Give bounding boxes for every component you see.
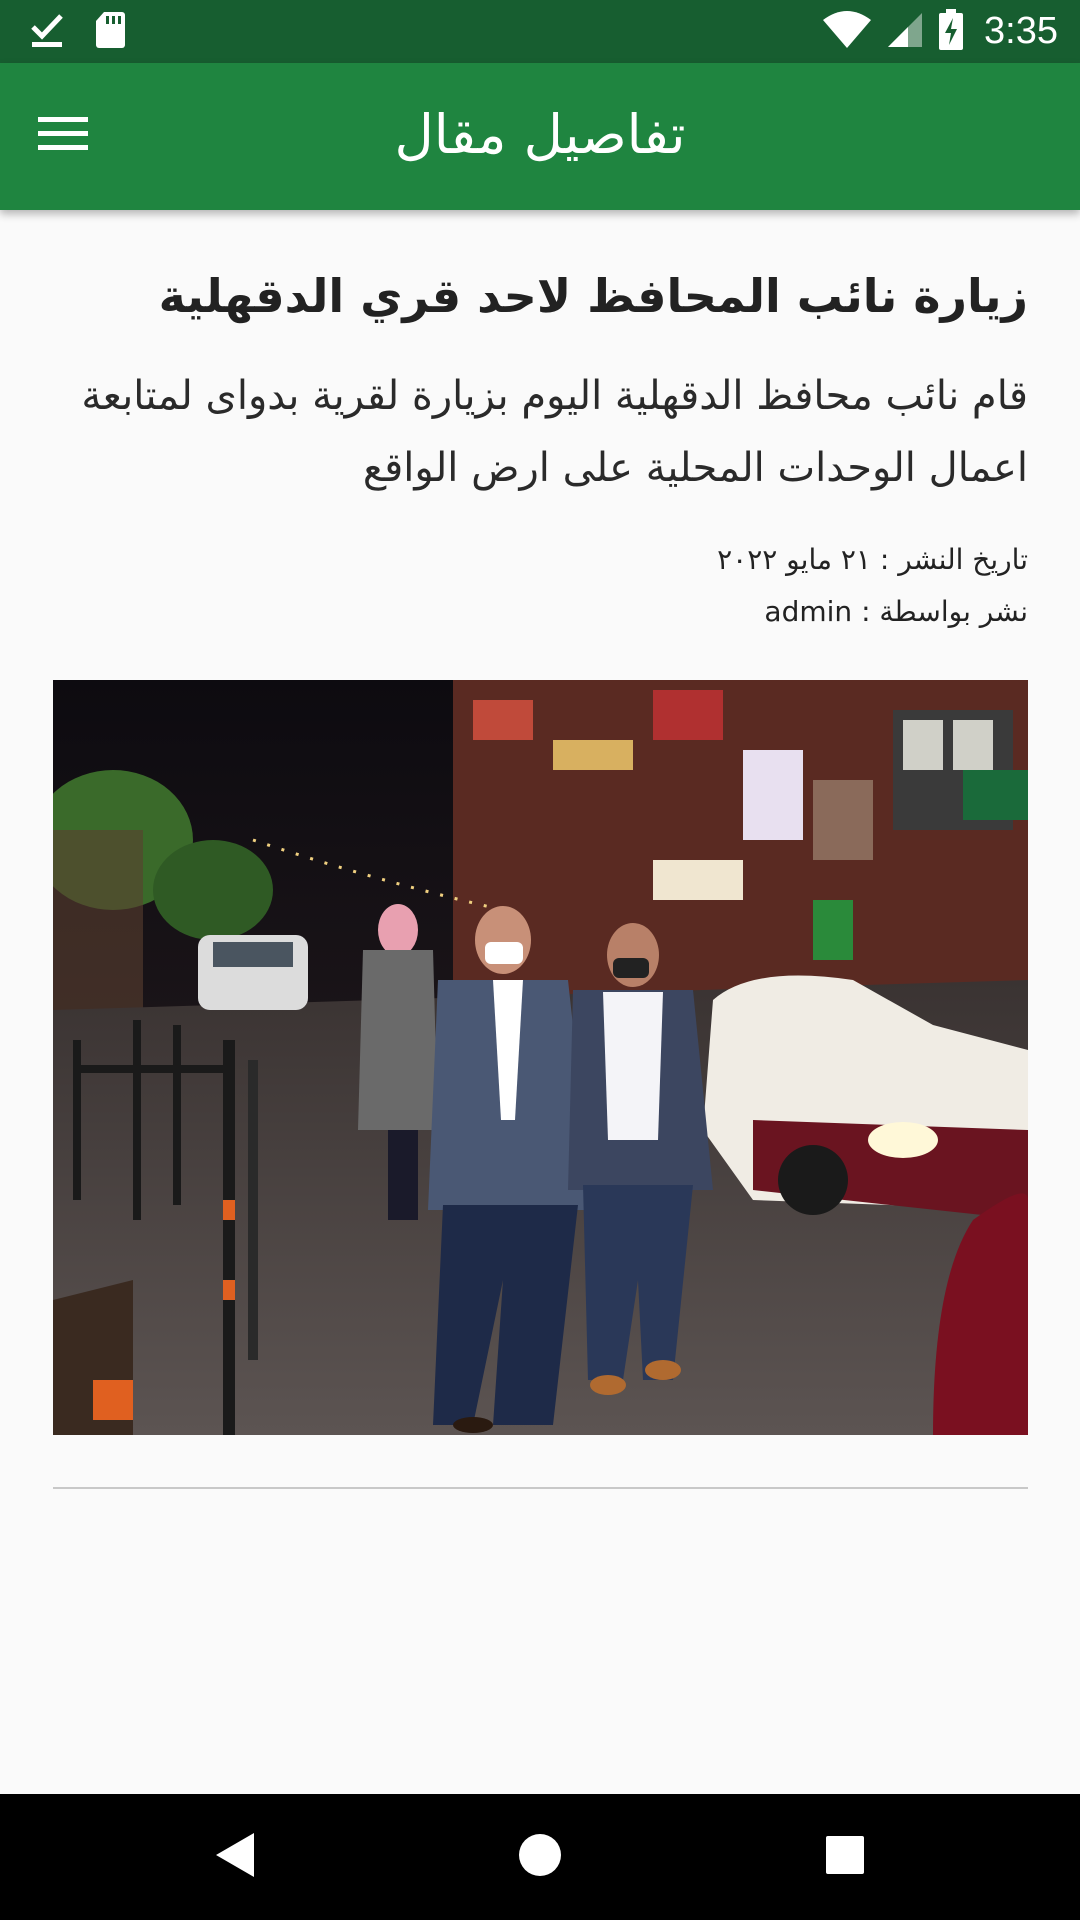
- author-label: نشر بواسطة :: [861, 595, 1028, 628]
- app-bar: تفاصيل مقال: [0, 63, 1080, 210]
- recents-icon: [825, 1835, 865, 1879]
- article-content: زيارة نائب المحافظ لاحد قري الدقهلية قام…: [53, 210, 1028, 638]
- battery-charging-icon: [938, 8, 964, 55]
- wifi-icon: [822, 10, 872, 54]
- article-title: زيارة نائب المحافظ لاحد قري الدقهلية: [158, 269, 1028, 323]
- article-photo[interactable]: [53, 680, 1028, 1435]
- recents-button[interactable]: [810, 1822, 880, 1892]
- divider: [53, 1487, 1028, 1489]
- article-meta: تاريخ النشر : ٢١ مايو ٢٠٢٢ نشر بواسطة : …: [53, 534, 1028, 638]
- clock: 3:35: [984, 10, 1058, 52]
- back-button[interactable]: [200, 1822, 270, 1892]
- publish-date: ٢١ مايو ٢٠٢٢: [717, 543, 871, 576]
- author-name: admin: [764, 595, 853, 628]
- cell-signal-icon: [886, 11, 924, 53]
- article-summary: قام نائب محافظ الدقهلية اليوم بزيارة لقر…: [81, 373, 1028, 491]
- page-title: تفاصيل مقال: [394, 103, 686, 166]
- home-icon: [517, 1832, 563, 1882]
- article-photo-illustration: [53, 680, 1028, 1435]
- back-icon: [214, 1831, 256, 1883]
- download-done-icon: [30, 11, 64, 53]
- home-button[interactable]: [505, 1822, 575, 1892]
- sd-card-icon: [94, 10, 126, 54]
- system-nav-bar: [0, 1794, 1080, 1920]
- author-row: نشر بواسطة : admin: [53, 586, 1028, 638]
- status-bar: 3:35: [0, 0, 1080, 63]
- publish-date-row: تاريخ النشر : ٢١ مايو ٢٠٢٢: [53, 534, 1028, 586]
- publish-date-label: تاريخ النشر :: [879, 543, 1028, 576]
